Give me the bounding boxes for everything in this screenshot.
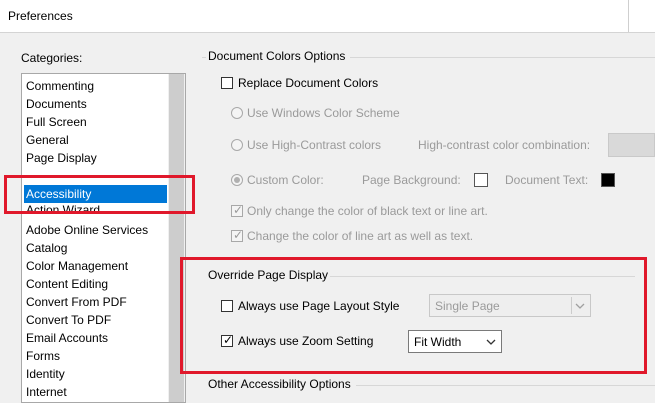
category-email-accounts[interactable]: Email Accounts (26, 329, 108, 347)
other-options-title: Other Accessibility Options (208, 377, 351, 391)
category-page-display[interactable]: Page Display (26, 149, 97, 167)
radio-dot (234, 177, 240, 183)
checkmark-icon: ✓ (232, 203, 244, 217)
override-highlight-box (180, 257, 647, 374)
document-text-swatch[interactable] (601, 173, 615, 187)
high-contrast-label: Use High-Contrast colors (247, 138, 382, 152)
window-title: Preferences (8, 9, 73, 23)
custom-color-label: Custom Color: (247, 173, 324, 187)
replace-colors-label: Replace Document Colors (238, 76, 379, 90)
custom-color-radio[interactable] (231, 174, 243, 186)
only-change-checkbox[interactable]: ✓ (231, 203, 244, 217)
title-bar-divider (628, 0, 629, 32)
group-divider (350, 57, 655, 58)
category-identity[interactable]: Identity (26, 365, 65, 383)
change-line-art-checkbox[interactable]: ✓ (231, 228, 244, 242)
category-full-screen[interactable]: Full Screen (26, 113, 87, 131)
category-adobe-online-services[interactable]: Adobe Online Services (26, 221, 148, 239)
category-content-editing[interactable]: Content Editing (26, 275, 108, 293)
windows-scheme-radio[interactable] (231, 107, 243, 119)
category-color-management[interactable]: Color Management (26, 257, 128, 275)
windows-scheme-label: Use Windows Color Scheme (247, 106, 400, 120)
checkmark-icon: ✓ (232, 228, 244, 242)
category-internet[interactable]: Internet (26, 383, 67, 401)
accessibility-highlight-box (4, 175, 195, 214)
page-background-label: Page Background: (362, 173, 461, 187)
categories-list[interactable]: Commenting Documents Full Screen General… (21, 73, 186, 403)
page-background-swatch[interactable] (474, 173, 488, 187)
category-general[interactable]: General (26, 131, 69, 149)
high-contrast-radio[interactable] (231, 139, 243, 151)
category-convert-from-pdf[interactable]: Convert From PDF (26, 293, 127, 311)
category-forms[interactable]: Forms (26, 347, 60, 365)
document-colors-title: Document Colors Options (208, 49, 346, 63)
change-line-art-label: Change the color of line art as well as … (247, 229, 474, 243)
group-divider (356, 385, 655, 386)
category-catalog[interactable]: Catalog (26, 239, 67, 257)
category-documents[interactable]: Documents (26, 95, 87, 113)
categories-label: Categories: (21, 51, 83, 65)
category-commenting[interactable]: Commenting (26, 77, 94, 95)
combination-dropdown[interactable] (608, 133, 655, 157)
only-change-label: Only change the color of black text or l… (247, 204, 488, 218)
combination-label: High-contrast color combination: (418, 138, 591, 152)
title-bar: Preferences (0, 0, 655, 33)
group-divider (202, 57, 206, 58)
category-convert-to-pdf[interactable]: Convert To PDF (26, 311, 111, 329)
document-text-label: Document Text: (505, 173, 589, 187)
replace-colors-checkbox[interactable] (221, 77, 233, 89)
